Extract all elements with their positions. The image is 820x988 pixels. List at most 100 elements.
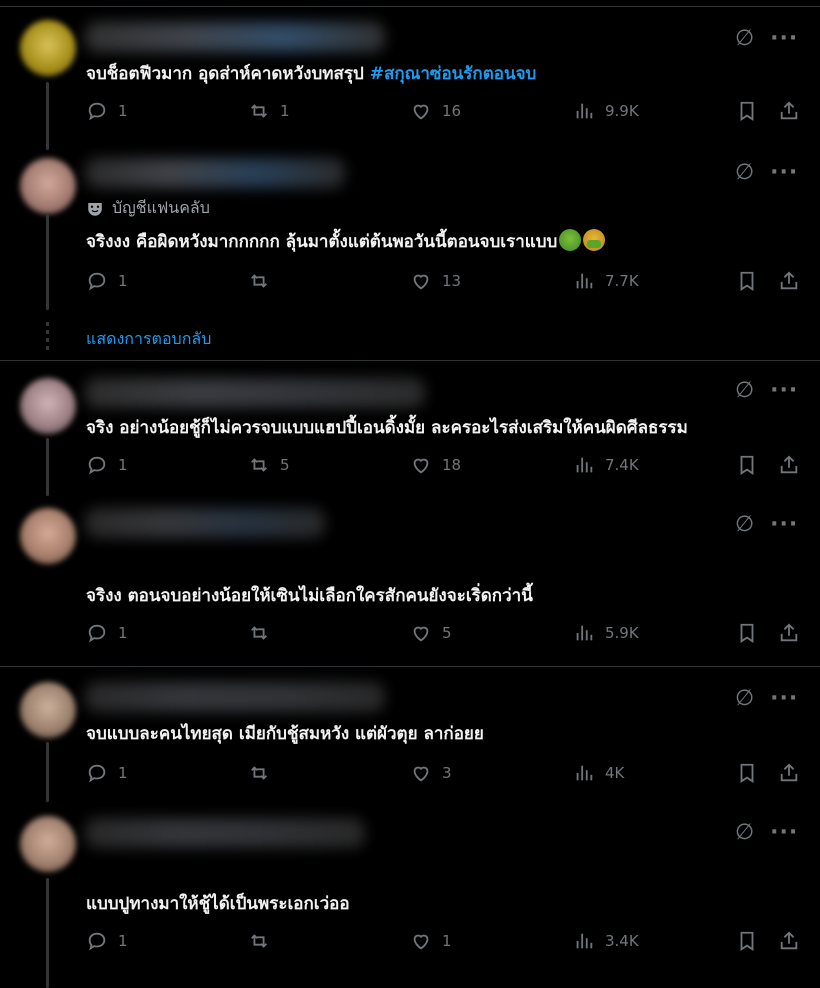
grok-icon[interactable]: ∅ [735, 162, 754, 184]
avatar[interactable] [20, 20, 76, 76]
views-icon [576, 103, 593, 119]
like-button[interactable]: 13 [410, 270, 461, 292]
bookmark-icon [740, 623, 754, 643]
more-options-icon[interactable]: ··· [770, 380, 798, 402]
username-blurred[interactable] [85, 158, 345, 188]
username-blurred[interactable] [85, 818, 365, 848]
share-button[interactable] [778, 762, 800, 784]
view-count: 7.4K [605, 456, 639, 474]
post-text: แบบปูทางมาให้ชู้ได้เป็นพระเอกเว่ออ [86, 894, 350, 914]
repost-button[interactable] [248, 762, 280, 784]
thread-line [46, 438, 49, 496]
thread-line [46, 82, 49, 150]
reply-count: 1 [118, 102, 128, 120]
avatar[interactable] [20, 158, 76, 214]
avatar[interactable] [20, 378, 76, 434]
repost-button[interactable]: 5 [248, 454, 290, 476]
repost-button[interactable] [248, 930, 280, 952]
post-6[interactable]: ∅ ··· แบบปูทางมาให้ชู้ได้เป็นพระเอกเว่ออ… [0, 802, 820, 988]
view-count: 4K [605, 764, 625, 782]
bookmark-button[interactable] [736, 454, 758, 476]
more-options-icon[interactable]: ··· [770, 514, 798, 536]
views-button[interactable]: 4K [573, 762, 624, 784]
username-blurred[interactable] [85, 682, 385, 712]
bookmark-button[interactable] [736, 622, 758, 644]
more-options-icon[interactable]: ··· [770, 822, 798, 844]
post-3[interactable]: ∅ ··· จริง อย่างน้อยชู้ก็ไม่ควรจบแบบแฮปป… [0, 362, 820, 496]
avatar[interactable] [20, 508, 76, 564]
thread-line-dotted [46, 322, 49, 350]
reply-icon [88, 624, 106, 643]
bookmark-button[interactable] [736, 762, 758, 784]
share-icon [780, 763, 798, 782]
views-button[interactable]: 7.4K [573, 454, 639, 476]
hashtag-link[interactable]: #สกุณาซ่อนรักตอนจบ [370, 64, 537, 84]
like-button[interactable]: 1 [410, 930, 452, 952]
bookmark-button[interactable] [736, 270, 758, 292]
more-options-icon[interactable]: ··· [770, 688, 798, 710]
post-5[interactable]: ∅ ··· จบแบบละคนไทยสุด เมียกับชู้สมหวัง แ… [0, 668, 820, 802]
post-text: จริง อย่างน้อยชู้ก็ไม่ควรจบแบบแฮปปี้เอนด… [86, 418, 688, 438]
view-count: 9.9K [605, 102, 639, 120]
like-button[interactable]: 18 [410, 454, 461, 476]
grok-icon[interactable]: ∅ [735, 688, 754, 710]
grok-icon[interactable]: ∅ [735, 28, 754, 50]
badge-label: บัญชีแฟนคลับ [112, 198, 210, 217]
divider [0, 360, 820, 361]
username-blurred[interactable] [85, 22, 385, 52]
views-icon [576, 765, 593, 781]
show-replies-link[interactable]: แสดงการตอบกลับ [86, 327, 211, 352]
repost-button[interactable] [248, 622, 280, 644]
share-button[interactable] [778, 270, 800, 292]
reply-button[interactable]: 1 [86, 622, 128, 644]
username-blurred[interactable] [85, 378, 425, 408]
heart-icon [413, 766, 429, 782]
share-icon [780, 455, 798, 474]
grok-icon[interactable]: ∅ [735, 514, 754, 536]
reply-button[interactable]: 1 [86, 762, 128, 784]
heart-icon [413, 626, 429, 642]
repost-icon [251, 274, 267, 288]
share-icon [780, 271, 798, 290]
reply-button[interactable]: 1 [86, 100, 128, 122]
share-button[interactable] [778, 454, 800, 476]
grok-icon[interactable]: ∅ [735, 380, 754, 402]
share-button[interactable] [778, 930, 800, 952]
post-text: จริงงง คือผิดหวังมากกกกก ลุ้นมาตั้งแต่ต้… [86, 228, 606, 255]
repost-button[interactable] [248, 270, 280, 292]
repost-icon [251, 934, 267, 948]
post-4[interactable]: ∅ ··· จริงง ตอนจบอย่างน้อยให้เซินไม่เลือ… [0, 496, 820, 666]
views-button[interactable]: 5.9K [573, 622, 639, 644]
repost-icon [251, 766, 267, 780]
share-button[interactable] [778, 100, 800, 122]
reply-button[interactable]: 1 [86, 454, 128, 476]
post-1[interactable]: ∅ ··· จบช็อตฟีวมาก อุดส่าห์คาดหวังบทสรุป… [0, 0, 820, 150]
more-options-icon[interactable]: ··· [770, 162, 798, 184]
grok-icon[interactable]: ∅ [735, 822, 754, 844]
reply-button[interactable]: 1 [86, 270, 128, 292]
like-button[interactable]: 5 [410, 622, 452, 644]
heart-icon [413, 274, 429, 290]
like-button[interactable]: 16 [410, 100, 461, 122]
avatar[interactable] [20, 816, 76, 872]
more-options-icon[interactable]: ··· [770, 28, 798, 50]
avatar[interactable] [20, 682, 76, 738]
reply-icon [88, 932, 106, 951]
views-button[interactable]: 9.9K [573, 100, 639, 122]
views-button[interactable]: 7.7K [573, 270, 639, 292]
repost-icon [251, 104, 267, 118]
views-button[interactable]: 3.4K [573, 930, 639, 952]
theater-mask-icon [88, 202, 102, 216]
bookmark-icon [740, 455, 754, 475]
repost-button[interactable]: 1 [248, 100, 290, 122]
bookmark-button[interactable] [736, 100, 758, 122]
reply-button[interactable]: 1 [86, 930, 128, 952]
thread-line [46, 742, 49, 802]
username-blurred[interactable] [85, 508, 325, 538]
repost-icon [251, 458, 267, 472]
like-count: 5 [442, 624, 452, 642]
share-button[interactable] [778, 622, 800, 644]
like-button[interactable]: 3 [410, 762, 452, 784]
bookmark-button[interactable] [736, 930, 758, 952]
reply-count: 1 [118, 624, 128, 642]
